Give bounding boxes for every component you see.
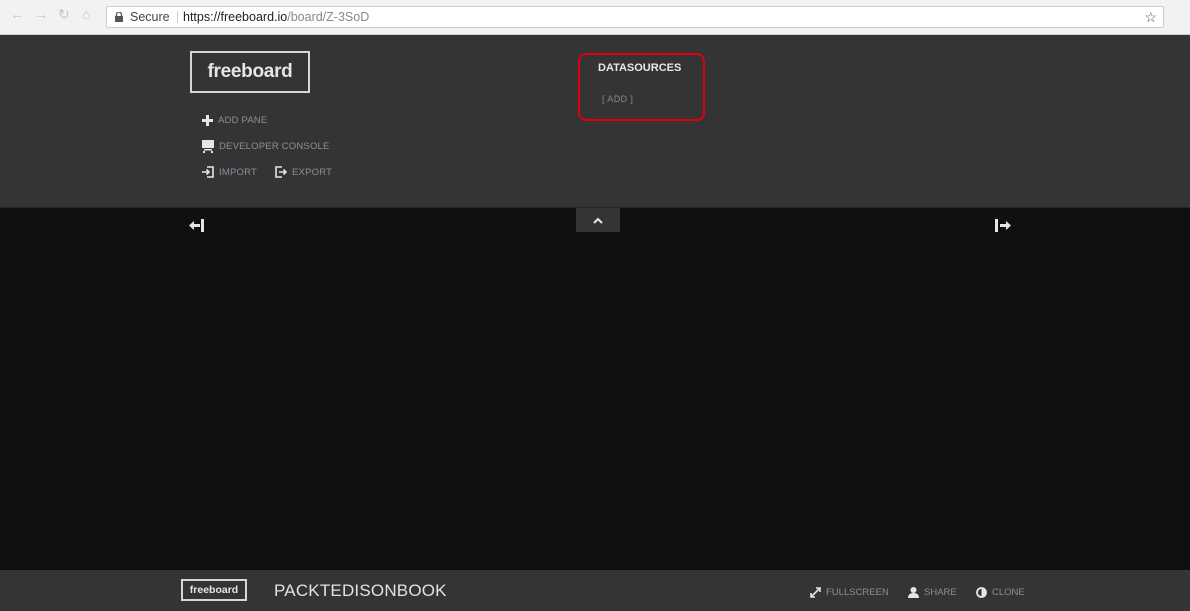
board-name: PACKTEDISONBOOK	[274, 581, 447, 600]
browser-bar: ← → ↻ ⌂ Secure https://freeboard.io/boar…	[0, 0, 1190, 35]
import-label: IMPORT	[219, 166, 257, 178]
import-button[interactable]: IMPORT	[202, 166, 257, 178]
expand-right-icon[interactable]	[995, 219, 1011, 232]
reload-icon[interactable]: ↻	[58, 6, 70, 23]
clone-icon	[976, 587, 987, 598]
clone-label: CLONE	[992, 587, 1025, 598]
freeboard-logo: freeboard	[190, 51, 310, 93]
footer-bar: freeboard PACKTEDISONBOOK FULLSCREEN SHA…	[0, 570, 1190, 611]
footer-logo[interactable]: freeboard	[181, 579, 247, 601]
back-icon[interactable]: ←	[10, 6, 24, 22]
export-button[interactable]: EXPORT	[275, 166, 332, 178]
lock-icon	[115, 12, 123, 22]
share-button[interactable]: SHARE	[908, 587, 957, 598]
datasources-title: DATASOURCES	[598, 62, 682, 74]
user-icon	[908, 587, 919, 598]
star-icon[interactable]: ☆	[1144, 7, 1157, 27]
clone-button[interactable]: CLONE	[976, 587, 1025, 598]
add-datasource-button[interactable]: [ ADD ]	[602, 94, 633, 104]
developer-console-button[interactable]: DEVELOPER CONSOLE	[202, 140, 330, 153]
add-pane-label: ADD PANE	[218, 115, 268, 126]
add-pane-button[interactable]: ADD PANE	[202, 115, 267, 126]
address-divider	[177, 11, 178, 23]
export-icon	[275, 166, 287, 178]
monitor-icon	[202, 140, 214, 153]
secure-label: Secure	[130, 10, 170, 24]
url-host: https://freeboard.io	[183, 10, 288, 24]
board-tools-panel: freeboard ADD PANE DEVELOPER CONSOLE IMP…	[0, 35, 1190, 208]
url-path: /board/Z-3SoD	[287, 10, 370, 24]
share-label: SHARE	[924, 587, 957, 598]
url-text[interactable]: https://freeboard.io/board/Z-3SoD	[183, 7, 369, 27]
plus-icon	[202, 115, 213, 126]
import-icon	[202, 166, 214, 178]
fullscreen-icon	[810, 587, 821, 598]
forward-icon[interactable]: →	[34, 6, 48, 22]
home-icon[interactable]: ⌂	[82, 6, 90, 22]
collapse-left-icon[interactable]	[189, 219, 205, 232]
fullscreen-button[interactable]: FULLSCREEN	[810, 587, 889, 598]
fullscreen-label: FULLSCREEN	[826, 587, 889, 598]
address-bar[interactable]: Secure https://freeboard.io/board/Z-3SoD…	[106, 6, 1164, 28]
toggle-header-button[interactable]	[576, 208, 620, 232]
developer-console-label: DEVELOPER CONSOLE	[219, 141, 330, 152]
chevron-up-icon	[593, 217, 603, 224]
export-label: EXPORT	[292, 166, 333, 178]
